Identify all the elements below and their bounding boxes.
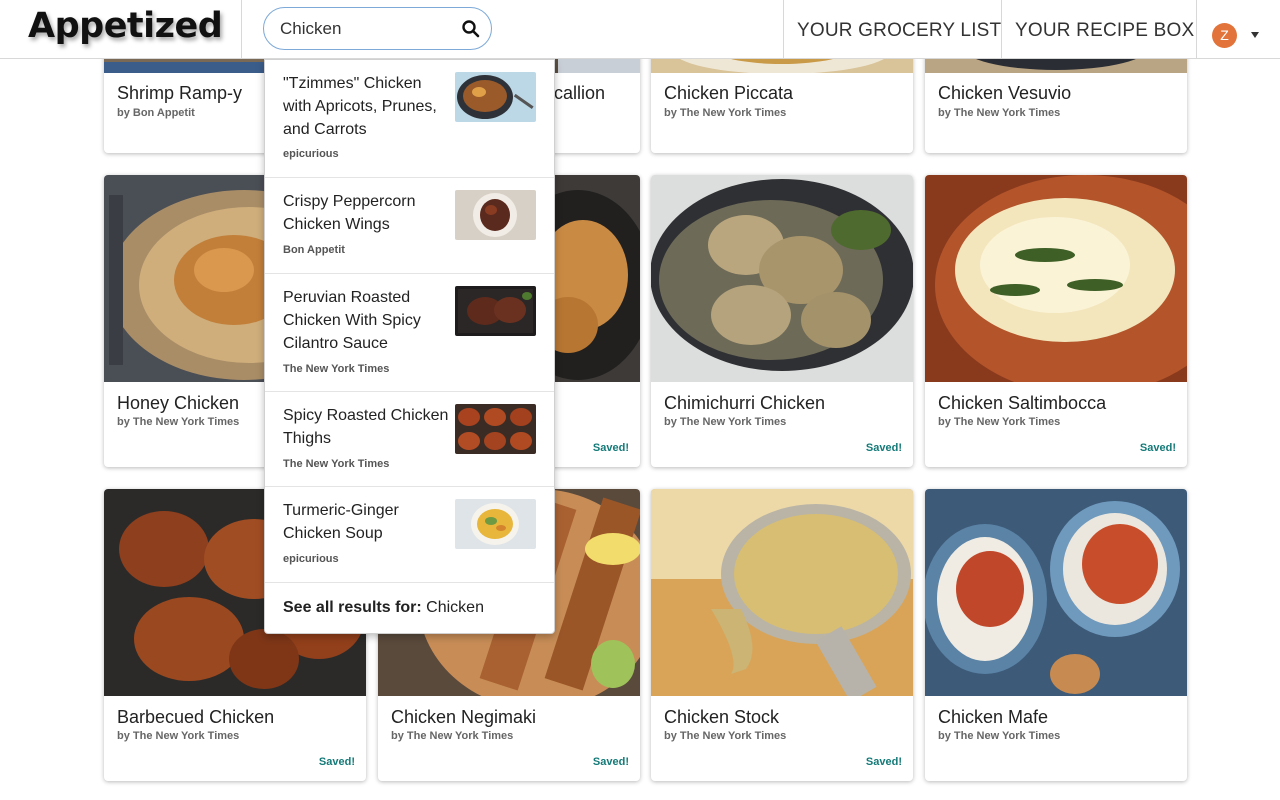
suggestion-title[interactable]: Peruvian Roasted Chicken With Spicy Cila…: [283, 286, 453, 355]
recipe-title[interactable]: Honey Chicken: [117, 393, 239, 414]
suggestion-title[interactable]: Crispy Peppercorn Chicken Wings: [283, 190, 453, 236]
recipe-source: by Bon Appetit: [117, 107, 195, 119]
recipe-card[interactable]: Chicken Saltimbocca by The New York Time…: [925, 175, 1187, 467]
suggestion-thumbnail: [455, 286, 536, 336]
recipe-image: [651, 489, 913, 696]
suggestion-item[interactable]: Crispy Peppercorn Chicken Wings Bon Appe…: [265, 178, 554, 274]
suggestion-item[interactable]: Turmeric-Ginger Chicken Soup epicurious: [265, 487, 554, 583]
recipe-title[interactable]: Chicken Stock: [664, 707, 779, 728]
suggestion-title[interactable]: Turmeric-Ginger Chicken Soup: [283, 499, 453, 545]
suggestion-item[interactable]: Spicy Roasted Chicken Thighs The New Yor…: [265, 392, 554, 487]
recipe-title[interactable]: Chicken Negimaki: [391, 707, 536, 728]
recipe-title[interactable]: Barbecued Chicken: [117, 707, 274, 728]
header-divider: [1001, 0, 1002, 58]
recipe-source: by The New York Times: [117, 730, 240, 742]
nav-grocery-list[interactable]: YOUR GROCERY LIST: [797, 20, 1001, 42]
recipe-title[interactable]: callion: [554, 83, 605, 104]
suggestion-source: The New York Times: [283, 363, 390, 375]
recipe-source: by The New York Times: [938, 107, 1061, 119]
search-suggestions-dropdown: "Tzimmes" Chicken with Apricots, Prunes,…: [264, 59, 555, 634]
recipe-title[interactable]: Chimichurri Chicken: [664, 393, 825, 414]
saved-badge: Saved!: [1139, 442, 1176, 454]
recipe-title[interactable]: Shrimp Ramp-y: [117, 83, 242, 104]
recipe-title[interactable]: Chicken Mafe: [938, 707, 1048, 728]
suggestion-item[interactable]: "Tzimmes" Chicken with Apricots, Prunes,…: [265, 60, 554, 178]
header-divider: [783, 0, 784, 58]
recipe-image: [925, 489, 1187, 696]
see-all-query: Chicken: [426, 599, 484, 616]
header-divider: [241, 0, 242, 58]
recipe-card[interactable]: Chimichurri Chicken by The New York Time…: [651, 175, 913, 467]
suggestion-title[interactable]: "Tzimmes" Chicken with Apricots, Prunes,…: [283, 72, 453, 141]
saved-badge: Saved!: [592, 756, 629, 768]
recipe-title[interactable]: Chicken Saltimbocca: [938, 393, 1106, 414]
saved-badge: Saved!: [865, 442, 902, 454]
suggestion-thumbnail: [455, 72, 536, 122]
recipe-source: by The New York Times: [391, 730, 514, 742]
recipe-image: [925, 175, 1187, 382]
see-all-results-link[interactable]: See all results for: Chicken: [283, 599, 484, 617]
suggestion-item[interactable]: Peruvian Roasted Chicken With Spicy Cila…: [265, 274, 554, 392]
suggestion-thumbnail: [455, 190, 536, 240]
suggestion-source: epicurious: [283, 148, 339, 160]
recipe-source: by The New York Times: [938, 416, 1061, 428]
user-avatar[interactable]: Z: [1212, 23, 1237, 48]
recipe-title[interactable]: Chicken Vesuvio: [938, 83, 1071, 104]
suggestion-thumbnail: [455, 404, 536, 454]
see-all-label: See all results for:: [283, 599, 422, 616]
nav-recipe-box[interactable]: YOUR RECIPE BOX: [1015, 20, 1194, 42]
recipe-card[interactable]: Chicken Stock by The New York Times Save…: [651, 489, 913, 781]
recipe-source: by The New York Times: [664, 107, 787, 119]
suggestion-title[interactable]: Spicy Roasted Chicken Thighs: [283, 404, 453, 450]
recipe-image: [651, 175, 913, 382]
saved-badge: Saved!: [865, 756, 902, 768]
top-header: Appetized YOUR GROCERY LIST YOUR RECIPE …: [0, 0, 1280, 59]
saved-badge: Saved!: [592, 442, 629, 454]
chevron-down-icon[interactable]: [1251, 32, 1259, 38]
recipe-source: by The New York Times: [938, 730, 1061, 742]
search-icon[interactable]: [461, 19, 481, 39]
suggestion-source: epicurious: [283, 553, 339, 565]
recipe-source: by The New York Times: [664, 730, 787, 742]
search-input[interactable]: [280, 18, 450, 40]
suggestion-thumbnail: [455, 499, 536, 549]
suggestion-source: Bon Appetit: [283, 244, 345, 256]
recipe-title[interactable]: Chicken Piccata: [664, 83, 793, 104]
saved-badge: Saved!: [318, 756, 355, 768]
recipe-source: by The New York Times: [117, 416, 240, 428]
suggestion-source: The New York Times: [283, 458, 390, 470]
search-box[interactable]: [263, 7, 492, 50]
recipe-card[interactable]: Chicken Mafe by The New York Times: [925, 489, 1187, 781]
recipe-source: by The New York Times: [664, 416, 787, 428]
app-logo[interactable]: Appetized: [28, 6, 223, 46]
header-divider: [1196, 0, 1197, 58]
